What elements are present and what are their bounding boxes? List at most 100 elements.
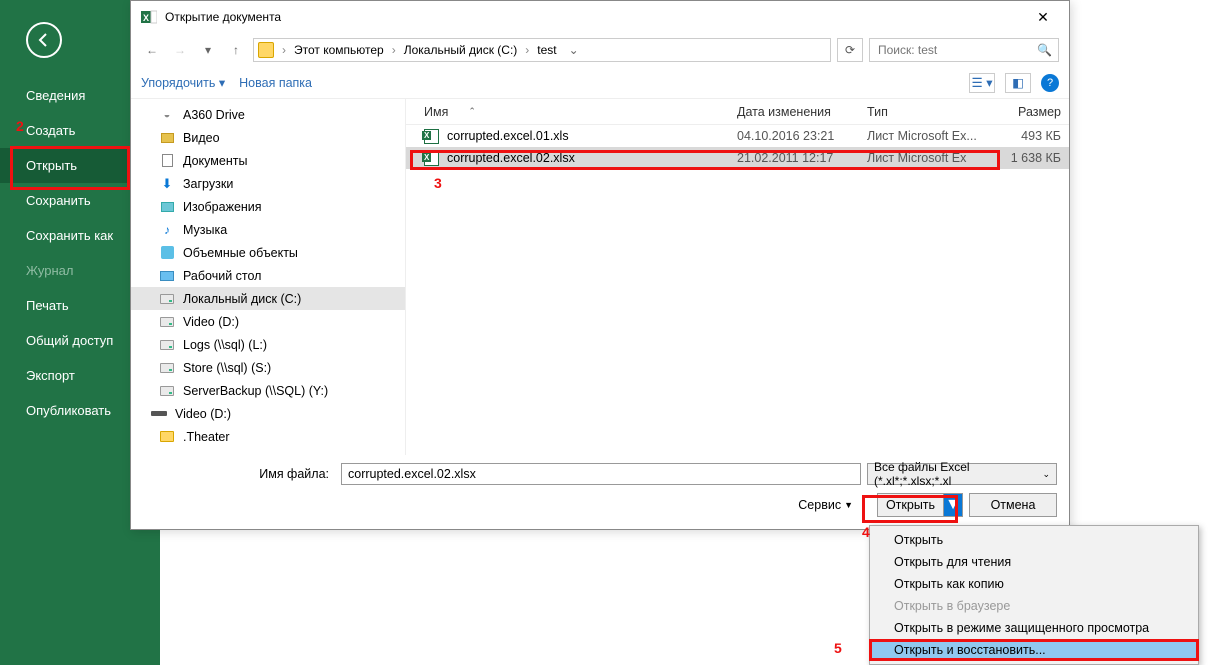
dialog-footer: Имя файла: Все файлы Excel (*.xl*;*.xlsx… [131,455,1069,529]
close-button[interactable]: ✕ [1023,3,1063,31]
sort-indicator-icon: ⌃ [468,106,476,117]
file-name: corrupted.excel.01.xls [447,129,569,143]
tree-node[interactable]: Store (\\sql) (S:) [131,356,405,379]
tree-node-label: .Theater [183,430,230,444]
open-button[interactable]: Открыть [878,494,944,516]
tree-node[interactable]: Документы [131,149,405,172]
column-date[interactable]: Дата изменения [729,105,859,119]
dropdown-item[interactable]: Открыть как копию [872,573,1196,595]
file-list: Имя ⌃ Дата изменения Тип Размер corrupted… [406,99,1069,455]
annotation-5: 5 [834,640,842,656]
nav-back-button[interactable]: ← [141,39,163,61]
nav-up-button[interactable]: ↑ [225,39,247,61]
column-type[interactable]: Тип [859,105,989,119]
tree-node-label: Video (D:) [175,407,231,421]
tools-menu[interactable]: Сервис ▼ [798,498,853,512]
dialog-titlebar: X Открытие документа ✕ [131,1,1069,33]
search-input[interactable] [876,42,1037,58]
doc-icon [159,153,175,169]
tree-node[interactable]: .Theater [131,425,405,448]
tree-node[interactable]: ⬇Загрузки [131,172,405,195]
annotation-3: 3 [434,175,442,191]
excel-file-icon [424,129,439,144]
cloud-icon: ◒ [159,107,175,123]
tree-node[interactable]: Video (D:) [131,310,405,333]
tree-node-label: Logs (\\sql) (L:) [183,338,267,352]
3d-icon [159,245,175,261]
breadcrumb-dropdown[interactable]: ⌄ [563,43,585,57]
open-file-dialog: X Открытие документа ✕ ← → ▾ ↑ › Этот ко… [130,0,1070,530]
folder-tree[interactable]: ◒ A360 Drive Видео Документы⬇Загрузки Изобра… [131,99,406,455]
tree-node-label: A360 Drive [183,108,245,122]
excel-app-icon: X [141,9,157,25]
crumb[interactable]: test [533,41,560,59]
refresh-button[interactable]: ⟳ [837,38,863,62]
tree-node-label: Изображения [183,200,262,214]
open-dropdown-menu: ОткрытьОткрыть для чтенияОткрыть как коп… [869,525,1199,665]
filename-input[interactable] [341,463,861,485]
drive-icon [159,314,175,330]
organize-menu[interactable]: Упорядочить ▾ [141,75,225,90]
file-type-filter[interactable]: Все файлы Excel (*.xl*;*.xlsx;*.xl⌄ [867,463,1057,485]
open-dropdown-button[interactable]: ▼ [944,494,962,516]
crumb[interactable]: Локальный диск (C:) [400,41,522,59]
img-icon [159,199,175,215]
tree-node-label: ServerBackup (\\SQL) (Y:) [183,384,328,398]
column-size[interactable]: Размер [989,105,1069,119]
tree-node[interactable]: Объемные объекты [131,241,405,264]
tree-node[interactable]: Видео [131,126,405,149]
tree-node-label: Рабочий стол [183,269,261,283]
open-split-button: Открыть ▼ [877,493,963,517]
folder-icon [159,429,175,445]
dropdown-item[interactable]: Открыть в режиме защищенного просмотра [872,617,1196,639]
file-row[interactable]: corrupted.excel.02.xlsx21.02.2011 12:17Л… [406,147,1069,169]
file-row[interactable]: corrupted.excel.01.xls 04.10.2016 23:21Ли… [406,125,1069,147]
nav-forward-button[interactable]: → [169,39,191,61]
drive-icon [159,291,175,307]
column-name[interactable]: Имя [424,105,448,119]
dropdown-item[interactable]: Открыть для чтения [872,551,1196,573]
drive-icon [159,337,175,353]
dropdown-item[interactable]: Открыть и восстановить... [872,639,1196,661]
tree-node[interactable]: ◒ A360 Drive [131,103,405,126]
tree-node-label: Видео [183,131,220,145]
tree-node[interactable]: ServerBackup (\\SQL) (Y:) [131,379,405,402]
file-name: corrupted.excel.02.xlsx [447,151,575,165]
tree-node-label: Загрузки [183,177,233,191]
preview-pane-button[interactable]: ◧ [1005,73,1031,93]
nav-recent-button[interactable]: ▾ [197,39,219,61]
tree-node[interactable]: ♪Музыка [131,218,405,241]
dialog-title: Открытие документа [165,10,281,24]
search-icon: 🔍 [1037,43,1052,57]
address-breadcrumb[interactable]: › Этот компьютер › Локальный диск (C:) ›… [253,38,831,62]
help-button[interactable]: ? [1041,74,1059,92]
dialog-nav-bar: ← → ▾ ↑ › Этот компьютер › Локальный дис… [131,33,1069,67]
dropdown-item[interactable]: Открыть [872,529,1196,551]
desktop-icon [159,268,175,284]
new-folder-button[interactable]: Новая папка [239,76,312,90]
crumb[interactable]: Этот компьютер [290,41,388,59]
back-button[interactable] [26,22,62,58]
dialog-toolbar: Упорядочить ▾ Новая папка ☰ ▾ ◧ ? [131,67,1069,99]
file-date: 04.10.2016 23:21 [729,129,859,143]
tree-node[interactable]: Logs (\\sql) (L:) [131,333,405,356]
music-icon: ♪ [159,222,175,238]
search-box[interactable]: 🔍 [869,38,1059,62]
tree-node[interactable]: Изображения [131,195,405,218]
file-size: 493 КБ [989,129,1069,143]
cancel-button[interactable]: Отмена [969,493,1057,517]
file-list-header[interactable]: Имя ⌃ Дата изменения Тип Размер [406,99,1069,125]
vid-icon [159,130,175,146]
filename-label: Имя файла: [259,467,335,481]
tree-node[interactable]: Рабочий стол [131,264,405,287]
tree-node[interactable]: Локальный диск (C:) [131,287,405,310]
tree-node[interactable]: Video (D:) [131,402,405,425]
dropdown-item: Открыть в браузере [872,595,1196,617]
view-mode-button[interactable]: ☰ ▾ [969,73,995,93]
drive-icon [159,360,175,376]
file-type: Лист Microsoft Ex... [859,129,989,143]
tree-node-label: Video (D:) [183,315,239,329]
svg-text:X: X [143,13,149,23]
drive-icon [159,383,175,399]
tree-node-label: Объемные объекты [183,246,298,260]
